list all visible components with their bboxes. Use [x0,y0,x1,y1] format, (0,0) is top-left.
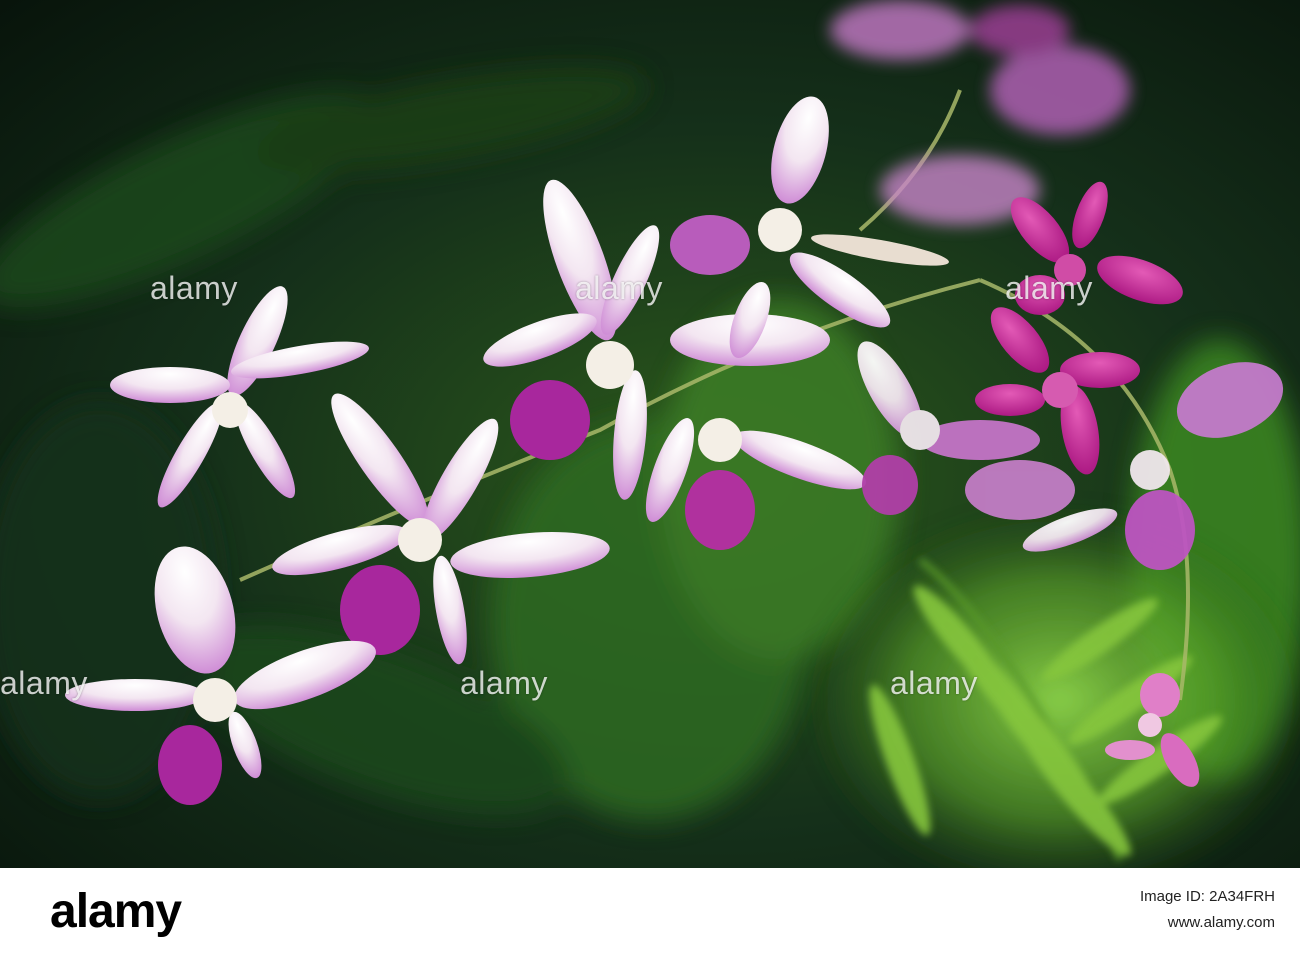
watermark: alamy [150,270,238,306]
orchid-photo-art [0,0,1300,868]
watermark: alamy [460,665,548,701]
watermark: alamy [575,270,663,306]
watermark: alamy [890,665,978,701]
watermark: alamy [0,665,88,701]
footer: alamy Image ID: 2A34FRH www.alamy.com [0,868,1300,956]
photo: alamy alamy alamy alamy alamy alamy [0,0,1300,868]
brand-logo: alamy [50,885,182,938]
site-url-text: www.alamy.com [1167,914,1275,931]
image-id-text: Image ID: 2A34FRH [1139,888,1275,905]
watermark: alamy [1005,270,1093,306]
